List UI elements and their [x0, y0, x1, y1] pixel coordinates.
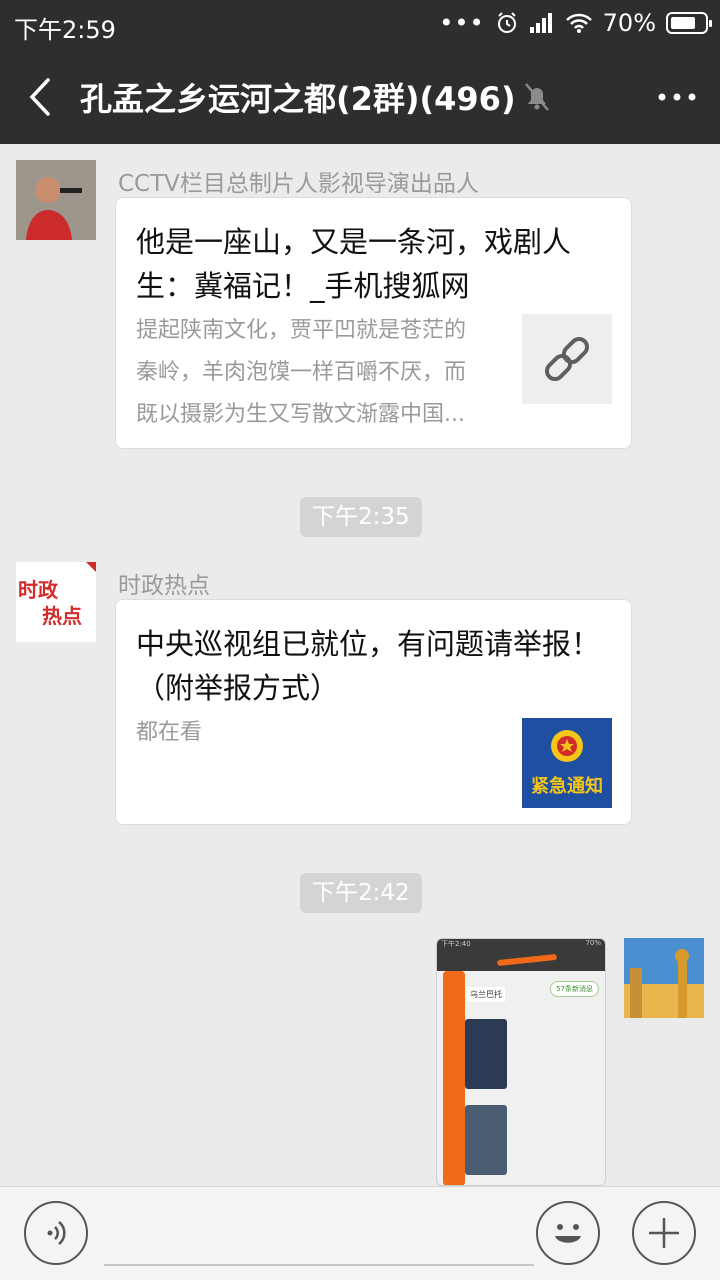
thumb-label: 紧急通知	[531, 776, 603, 797]
card-desc-line: 秦岭，羊肉泡馍一样百嚼不厌，而	[136, 360, 467, 385]
card-title: 中央巡视组已就位，有问题请举报！（附举报方式）	[136, 627, 601, 705]
input-bar	[0, 1186, 720, 1280]
sender-name: 时政热点	[118, 573, 210, 599]
more-dots-icon: •••	[439, 9, 485, 37]
chat-header: 孔孟之乡运河之都(2群)(496)	[0, 50, 720, 144]
add-button[interactable]	[632, 1201, 696, 1265]
avatar[interactable]	[16, 160, 96, 240]
emoji-icon	[555, 1224, 581, 1243]
avatar-text: 热点	[42, 604, 82, 628]
link-thumbnail	[522, 314, 612, 404]
article-thumbnail: 紧急通知	[522, 718, 612, 808]
chat-title: 孔孟之乡运河之都(2群)(496)	[80, 80, 516, 118]
time-divider: 下午2:35	[300, 497, 422, 537]
avatar-text: 时政	[18, 578, 58, 602]
emoji-button[interactable]	[536, 1201, 600, 1265]
time-divider: 下午2:42	[300, 873, 422, 913]
shot-status-battery: 70%	[585, 939, 601, 947]
shot-status-time: 下午2:40	[441, 940, 471, 948]
status-bar: 下午2:59 ••• 70%	[0, 0, 720, 50]
voice-button[interactable]	[24, 1201, 88, 1265]
message-input[interactable]	[104, 1264, 534, 1266]
avatar[interactable]: 时政 热点	[16, 562, 96, 642]
plus-icon	[649, 1218, 679, 1248]
card-desc-line: 既以摄影为生又写散文渐露中国...	[136, 402, 465, 427]
battery-icon	[666, 12, 712, 34]
card-title: 他是一座山，又是一条河，戏剧人生：冀福记！_手机搜狐网	[136, 225, 572, 303]
chat-area[interactable]: CCTV栏目总制片人影视导演出品人 他是一座山，又是一条河，戏剧人生：冀福记！_…	[0, 144, 720, 1186]
voice-icon	[47, 1221, 66, 1245]
wifi-icon	[565, 13, 592, 33]
image-message[interactable]: 下午2:40 70% 乌兰巴托 57条新消息	[436, 938, 606, 1186]
mute-bell-icon	[525, 83, 549, 111]
avatar[interactable]	[624, 938, 704, 1018]
alarm-icon	[497, 12, 516, 33]
link-card[interactable]: 他是一座山，又是一条河，戏剧人生：冀福记！_手机搜狐网 提起陕南文化，贾平凹就是…	[115, 197, 632, 449]
back-arrow-icon[interactable]	[22, 76, 62, 118]
sender-name: CCTV栏目总制片人影视导演出品人	[118, 171, 479, 197]
card-source: 都在看	[136, 720, 203, 745]
signal-icon	[529, 13, 552, 33]
status-time: 下午2:59	[14, 16, 116, 44]
shot-tag: 57条新消息	[550, 981, 599, 997]
more-options-icon[interactable]	[652, 78, 702, 116]
shot-label: 乌兰巴托	[467, 987, 505, 1002]
link-icon	[544, 336, 590, 382]
article-card[interactable]: 中央巡视组已就位，有问题请举报！（附举报方式） 都在看 紧急通知	[115, 599, 632, 825]
battery-percent: 70%	[602, 9, 656, 37]
police-badge-icon	[551, 730, 583, 762]
card-desc-line: 提起陕南文化，贾平凹就是苍茫的	[136, 318, 467, 343]
